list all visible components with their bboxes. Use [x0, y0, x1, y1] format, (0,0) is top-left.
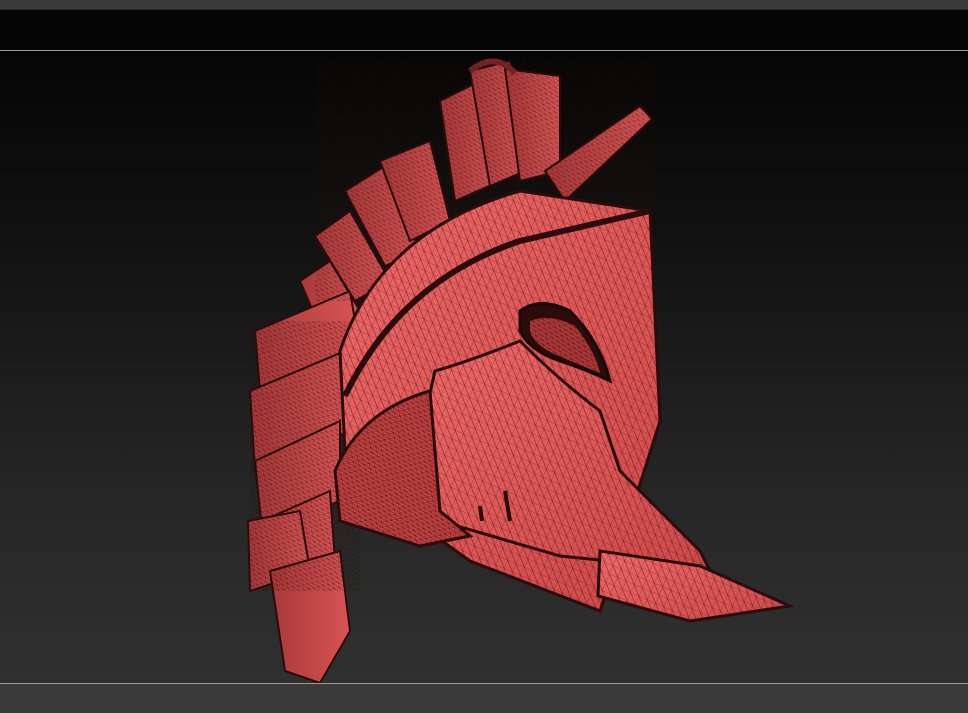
- app-window: [0, 0, 968, 713]
- toolbar-strip[interactable]: [0, 10, 968, 50]
- helmet-mesh[interactable]: [0, 51, 968, 684]
- bottom-status-bar[interactable]: [0, 684, 968, 713]
- document-viewport[interactable]: [0, 50, 968, 684]
- top-menu-bar[interactable]: [0, 0, 968, 10]
- cheek-notch: [478, 505, 484, 522]
